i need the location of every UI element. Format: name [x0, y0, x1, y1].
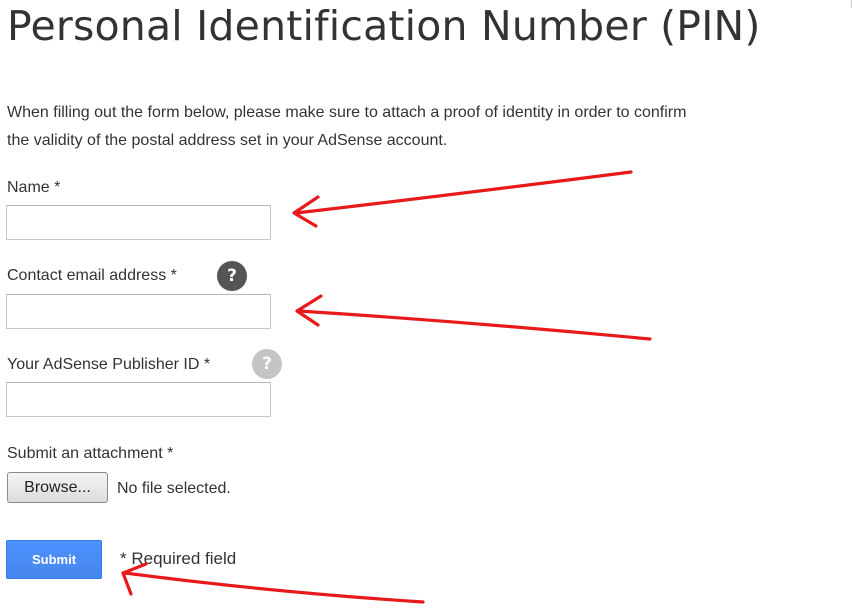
file-status-text: No file selected. — [117, 480, 231, 497]
publisher-id-help-icon[interactable]: ? — [252, 349, 282, 379]
required-field-note: * Required field — [120, 549, 237, 568]
arrow-to-submit-button — [121, 562, 425, 604]
arrow-to-email-field — [295, 294, 652, 341]
name-label: Name * — [7, 179, 61, 196]
submit-button[interactable]: Submit — [6, 540, 102, 579]
intro-line-1: When filling out the form below, please … — [7, 104, 687, 121]
browse-button[interactable]: Browse... — [7, 472, 108, 503]
intro-line-2: the validity of the postal address set i… — [7, 132, 448, 149]
publisher-id-input[interactable] — [6, 382, 271, 417]
publisher-id-label: Your AdSense Publisher ID * — [7, 356, 211, 373]
email-label: Contact email address * — [7, 267, 177, 284]
intro-text: When filling out the form below, please … — [7, 99, 807, 155]
page-title: Personal Identification Number (PIN) — [7, 2, 761, 50]
name-input[interactable] — [6, 205, 271, 240]
attachment-label: Submit an attachment * — [7, 445, 174, 462]
email-help-icon[interactable]: ? — [217, 261, 247, 291]
arrow-to-name-field — [292, 170, 633, 228]
email-input[interactable] — [6, 294, 271, 329]
